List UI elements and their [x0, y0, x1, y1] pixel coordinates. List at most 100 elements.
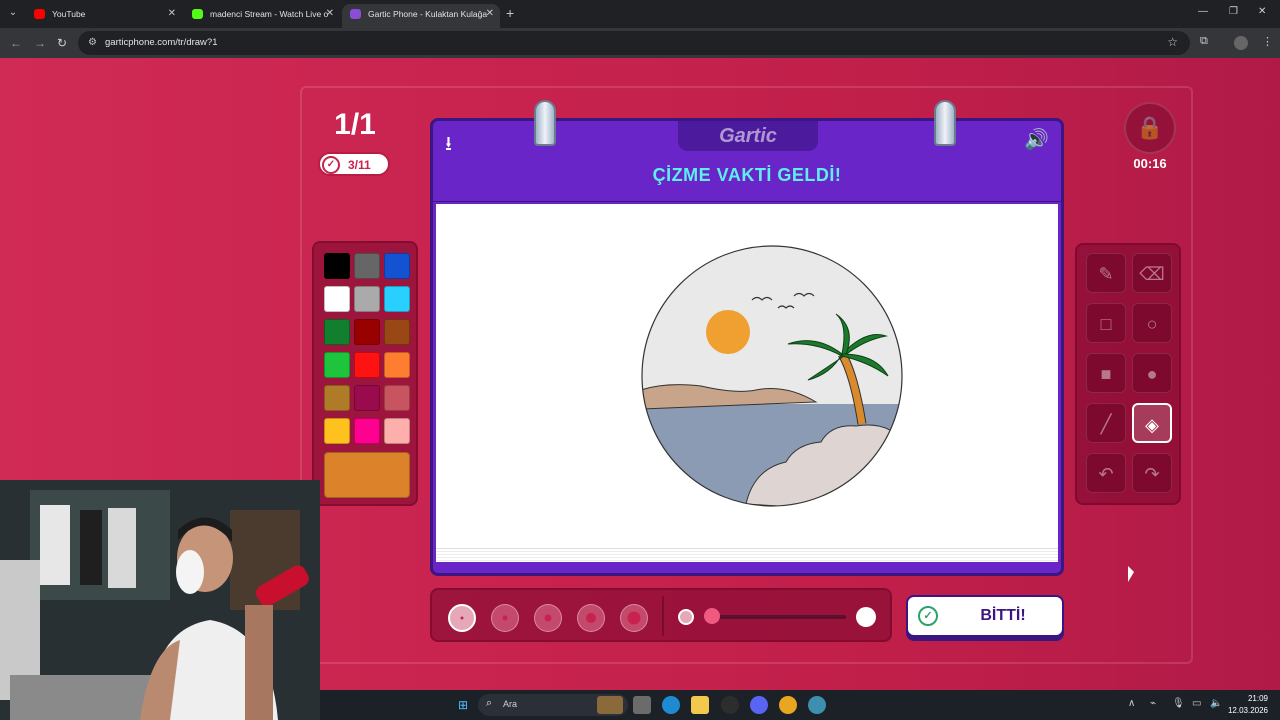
eraser-icon[interactable]: ⌫	[1132, 253, 1172, 293]
close-tab-icon[interactable]: ✕	[168, 4, 176, 24]
color-swatch[interactable]	[354, 319, 380, 345]
color-swatch[interactable]	[354, 253, 380, 279]
opacity-min-icon	[678, 609, 694, 625]
tab-label: Gartic Phone - Kulaktan Kulağa	[368, 9, 488, 19]
site-info-icon[interactable]: ⚙	[88, 37, 97, 48]
volume-icon[interactable]: 🔈	[1210, 698, 1222, 709]
color-swatch[interactable]	[354, 286, 380, 312]
color-swatch[interactable]	[324, 286, 350, 312]
address-bar[interactable]: ⚙ garticphone.com/tr/draw?1 ☆	[78, 31, 1190, 55]
color-swatch[interactable]	[384, 253, 410, 279]
streamer-video	[0, 480, 320, 720]
check-icon: ✓	[322, 156, 340, 174]
color-swatch[interactable]	[384, 319, 410, 345]
display-icon[interactable]: ▭	[1192, 698, 1201, 709]
tab-search-icon[interactable]: ⌄	[4, 4, 22, 22]
kick-icon	[192, 9, 203, 19]
steam-icon[interactable]	[721, 696, 739, 714]
square-outline-icon[interactable]: □	[1086, 303, 1126, 343]
drawing	[641, 245, 903, 507]
line-icon[interactable]: ╱	[1086, 403, 1126, 443]
discord-icon[interactable]	[750, 696, 768, 714]
notebook-header: Gartic ⭳ 🔊 ÇİZME VAKTİ GELDİ!	[430, 118, 1064, 204]
search-placeholder: Ara	[503, 699, 518, 709]
circle-filled-icon[interactable]: ●	[1132, 353, 1172, 393]
microphone-icon[interactable]: 🎙	[1172, 698, 1185, 709]
url-text[interactable]: garticphone.com/tr/draw?1	[105, 37, 217, 48]
color-swatch[interactable]	[324, 253, 350, 279]
pencil-icon[interactable]: ✎	[1086, 253, 1126, 293]
color-swatch[interactable]	[384, 286, 410, 312]
extensions-icon[interactable]: ⧉	[1200, 35, 1208, 48]
youtube-icon	[34, 9, 45, 19]
forward-icon[interactable]: →	[34, 36, 46, 50]
back-icon[interactable]: ←	[10, 36, 22, 50]
color-swatch[interactable]	[354, 418, 380, 444]
close-tab-icon[interactable]: ✕	[326, 4, 334, 24]
tool-panel: ✎ ⌫ □ ○ ■ ● ╱ ◈ ↶ ↷	[1075, 243, 1181, 505]
chrome-icon[interactable]	[779, 696, 797, 714]
network-icon[interactable]: ⌁	[1150, 698, 1156, 709]
current-color[interactable]	[324, 452, 410, 498]
tray-expand-icon[interactable]: ∧	[1128, 698, 1135, 709]
bucket-icon[interactable]: ◈	[1132, 403, 1172, 443]
close-tab-icon[interactable]: ✕	[486, 4, 494, 24]
brush-size-3[interactable]	[534, 604, 562, 632]
brush-size-5[interactable]	[620, 604, 648, 632]
timer: 00:16	[1133, 156, 1167, 171]
download-icon[interactable]: ⭳	[445, 129, 452, 163]
menu-icon[interactable]: ⋮	[1262, 35, 1273, 48]
color-swatch[interactable]	[324, 352, 350, 378]
file-explorer-icon[interactable]	[691, 696, 709, 714]
mouse-cursor	[1128, 566, 1134, 582]
bookmark-star-icon[interactable]: ☆	[1167, 35, 1178, 49]
browser-tab-bar: ⌄ YouTube ✕ madenci Stream - Watch Live …	[0, 0, 1280, 28]
color-swatch[interactable]	[354, 352, 380, 378]
webcam-overlay	[0, 480, 320, 720]
close-window-icon[interactable]: ✕	[1258, 6, 1266, 17]
color-swatch[interactable]	[324, 319, 350, 345]
circle-outline-icon[interactable]: ○	[1132, 303, 1172, 343]
brush-size-2[interactable]	[491, 604, 519, 632]
notebook-ring	[934, 100, 956, 146]
color-swatch[interactable]	[384, 418, 410, 444]
opacity-slider[interactable]	[714, 615, 846, 619]
task-view-icon[interactable]	[633, 696, 651, 714]
widget-icon[interactable]	[597, 696, 623, 714]
tab-kick[interactable]: madenci Stream - Watch Live o ✕	[184, 4, 340, 28]
reload-icon[interactable]: ↻	[57, 36, 67, 50]
start-icon[interactable]: ⊞	[454, 696, 472, 714]
notebook-pages	[436, 548, 1058, 562]
redo-icon[interactable]: ↷	[1132, 453, 1172, 493]
tab-gartic[interactable]: Gartic Phone - Kulaktan Kulağa ✕	[342, 4, 500, 28]
done-button[interactable]: ✓ BİTTİ!	[906, 595, 1064, 637]
tab-youtube[interactable]: YouTube ✕	[26, 4, 182, 28]
opacity-max-icon	[856, 607, 876, 627]
opacity-slider-handle[interactable]	[704, 608, 720, 624]
color-swatch[interactable]	[324, 418, 350, 444]
edge-icon[interactable]	[662, 696, 680, 714]
tab-label: YouTube	[52, 9, 86, 19]
minimize-icon[interactable]: —	[1198, 6, 1208, 17]
restore-icon[interactable]: ❐	[1229, 6, 1238, 17]
divider	[662, 596, 664, 636]
app-icon[interactable]	[808, 696, 826, 714]
square-filled-icon[interactable]: ■	[1086, 353, 1126, 393]
clock[interactable]: 21:09 12.03.2026	[1228, 693, 1268, 717]
color-swatch[interactable]	[324, 385, 350, 411]
undo-icon[interactable]: ↶	[1086, 453, 1126, 493]
gartic-phone-icon	[350, 9, 361, 19]
lock-icon[interactable]: 🔒	[1124, 102, 1176, 154]
drawing-canvas[interactable]	[436, 204, 1058, 562]
canvas-frame	[430, 202, 1064, 576]
color-swatch[interactable]	[354, 385, 380, 411]
brush-size-4[interactable]	[577, 604, 605, 632]
color-swatch[interactable]	[384, 385, 410, 411]
profile-avatar[interactable]	[1234, 36, 1248, 50]
color-swatch[interactable]	[384, 352, 410, 378]
new-tab-button[interactable]: +	[506, 5, 514, 21]
players-done-badge: ✓ 3/11	[318, 152, 390, 176]
sound-icon[interactable]: 🔊	[1024, 127, 1049, 152]
brush-size-1[interactable]	[448, 604, 476, 632]
page-title: ÇİZME VAKTİ GELDİ!	[652, 165, 842, 185]
